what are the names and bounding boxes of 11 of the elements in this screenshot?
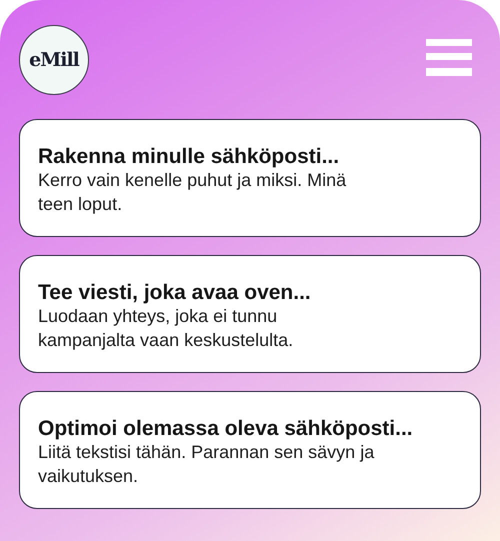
card-description: Kerro vain kenelle puhut ja miksi. Minä teen loput. bbox=[38, 169, 348, 216]
prompt-card[interactable]: Rakenna minulle sähköposti... Kerro vain kenelle puhut ja miksi. Minä teen loput. bbox=[19, 119, 481, 237]
menu-icon[interactable] bbox=[426, 39, 472, 77]
prompt-card[interactable]: Optimoi olemassa oleva sähköposti... Liitä tekstisi tähän. Parannan sen sävyn ja vaikutuksen. bbox=[19, 391, 481, 509]
card-title: Tee viesti, joka avaa oven... bbox=[38, 280, 312, 306]
logo[interactable]: eMill bbox=[19, 25, 89, 95]
card-description: Liitä tekstisi tähän. Parannan sen sävyn ja vaikutuksen. bbox=[38, 441, 376, 488]
card-description: Luodaan yhteys, joka ei tunnu kampanjalta vaan keskustelulta. bbox=[38, 305, 294, 352]
card-title: Optimoi olemassa oleva sähköposti... bbox=[38, 416, 414, 442]
prompt-card[interactable]: Tee viesti, joka avaa oven... Luodaan yhteys, joka ei tunnu kampanjalta vaan keskustelulta. bbox=[19, 255, 481, 373]
card-title: Rakenna minulle sähköposti... bbox=[38, 144, 340, 170]
